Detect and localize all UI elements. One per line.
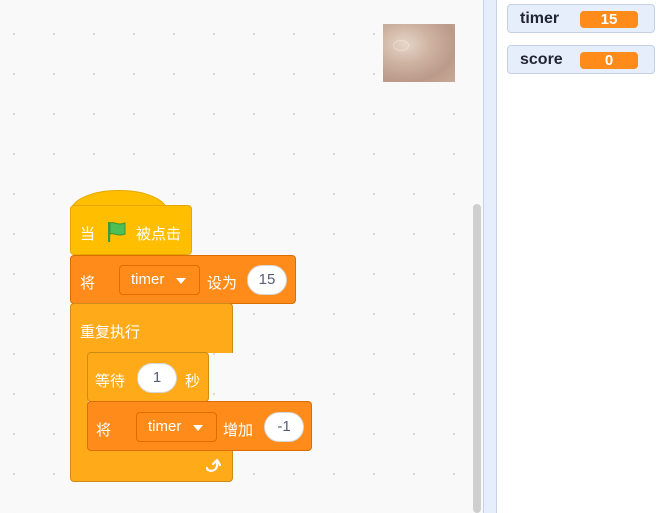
monitor-value: 0: [580, 52, 638, 69]
change-prefix-label: 将: [96, 422, 112, 439]
set-value-input[interactable]: 15: [247, 265, 287, 295]
set-variable-block[interactable]: 将 timer 设为 15: [70, 255, 296, 304]
monitor-name: score: [520, 51, 563, 68]
forever-label: 重复执行: [80, 324, 141, 341]
change-mid-label: 增加: [223, 422, 254, 439]
when-flag-clicked-block[interactable]: 当 被点击: [70, 205, 192, 255]
variable-dropdown-label: timer: [148, 418, 182, 435]
variable-monitor-timer[interactable]: timer 15: [507, 4, 655, 33]
change-value-input[interactable]: -1: [264, 412, 304, 442]
dropdown-arrow-icon: [176, 278, 186, 284]
hat-prefix-label: 当: [80, 226, 96, 243]
stage-panel: [497, 0, 659, 513]
dropdown-arrow-icon: [193, 425, 203, 431]
variable-dropdown[interactable]: timer: [136, 412, 217, 442]
wait-prefix-label: 等待: [95, 373, 126, 390]
set-prefix-label: 将: [80, 275, 96, 292]
variable-dropdown[interactable]: timer: [119, 265, 200, 295]
monitor-name: timer: [520, 10, 560, 27]
loop-arrow-icon: [205, 458, 221, 472]
wait-suffix-label: 秒: [185, 373, 201, 390]
workspace-vertical-scrollbar[interactable]: [473, 204, 481, 513]
hat-suffix-label: 被点击: [136, 226, 182, 243]
green-flag-icon: [108, 222, 126, 242]
stage-thumbnail[interactable]: [383, 24, 455, 82]
forever-block-arm: [70, 352, 88, 452]
forever-block[interactable]: 重复执行: [70, 303, 233, 353]
set-mid-label: 设为: [207, 275, 238, 292]
monitor-value: 15: [580, 11, 638, 28]
wait-block[interactable]: 等待 1 秒: [87, 352, 209, 402]
wait-seconds-input[interactable]: 1: [137, 363, 177, 393]
forever-block-bottom: [70, 450, 233, 482]
variable-dropdown-label: timer: [131, 271, 165, 288]
change-variable-block[interactable]: 将 timer 增加 -1: [87, 401, 312, 451]
panel-divider[interactable]: [483, 0, 497, 513]
variable-monitor-score[interactable]: score 0: [507, 45, 655, 74]
